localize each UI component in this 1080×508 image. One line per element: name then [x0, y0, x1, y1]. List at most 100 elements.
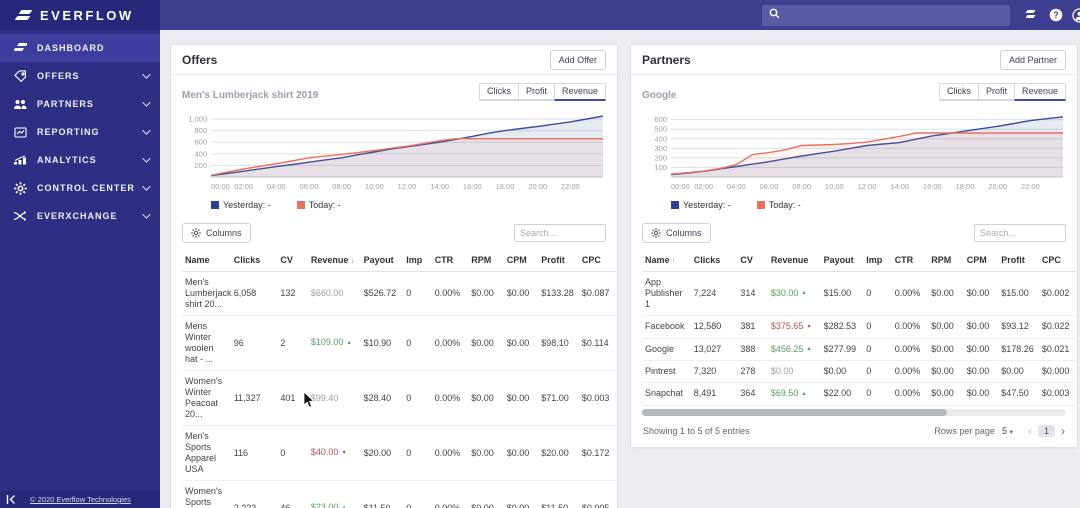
table-row[interactable]: Women's Winter Peacoat 20... 11,327 401 $99…: [182, 370, 616, 426]
column-header-payout[interactable]: Payout: [360, 249, 404, 272]
table-row[interactable]: Pintrest 7,320 278 $0.00 $0.00 0 0.00% $0.00 $0.…: [642, 360, 1076, 383]
stack-icon[interactable]: [1024, 8, 1039, 23]
cell-cpa: $0.00: [1075, 271, 1076, 316]
offers-table-search-input[interactable]: [514, 224, 606, 242]
page-number-button[interactable]: 1: [1037, 424, 1055, 437]
column-header-clicks[interactable]: Clicks: [230, 249, 278, 272]
cell-cv: 0: [277, 425, 308, 481]
cell-revenue: $30.00 ▲: [767, 271, 821, 316]
table-row[interactable]: Mens Winter woolen hat - ... 96 2 $109.00 ▲ $…: [182, 315, 616, 371]
cell-revenue: $69.50 ▲: [767, 382, 821, 406]
svg-text:1,000: 1,000: [188, 115, 207, 124]
column-header-profit[interactable]: Profit: [538, 249, 579, 272]
account-icon[interactable]: [1072, 7, 1080, 23]
sidebar-item-offers[interactable]: OFFERS: [0, 62, 160, 90]
svg-text:16:00: 16:00: [923, 182, 942, 191]
column-header-cpc[interactable]: CPC: [578, 249, 616, 272]
global-search-input[interactable]: [786, 9, 1003, 21]
table-row[interactable]: Men's Sports Apparel USA 116 0 $40.00 ▼ $20.0…: [182, 425, 616, 481]
column-header-cpm[interactable]: CPM: [503, 249, 539, 272]
column-header-name[interactable]: Name: [182, 249, 231, 272]
cell-cpa: $0.00: [615, 315, 616, 371]
cell-payout: $526.72: [360, 271, 404, 316]
column-header-rpm[interactable]: RPM: [468, 249, 504, 272]
tab-revenue[interactable]: Revenue: [553, 83, 606, 101]
legend-today: Today: -: [756, 200, 801, 210]
table-row[interactable]: Facebook 12,580 381 $375.65 ▼ $282.53 0 0.00% $0…: [642, 315, 1076, 339]
column-header-name[interactable]: Name ↑: [642, 249, 691, 272]
cell-payout: $282.53: [820, 315, 864, 339]
cell-revenue: $660.00: [307, 271, 361, 316]
columns-button[interactable]: Columns: [182, 223, 251, 243]
table-row[interactable]: Google 13,027 388 $456.25 ▲ $277.99 0 0.00% $0.0…: [642, 338, 1076, 361]
sidebar-item-partners[interactable]: PARTNERS: [0, 90, 160, 118]
column-header-rpm[interactable]: RPM: [928, 249, 964, 272]
column-header-cpa[interactable]: CPA: [615, 249, 616, 272]
svg-text:00:00: 00:00: [671, 182, 690, 191]
column-header-ctr[interactable]: CTR: [431, 249, 469, 272]
help-icon[interactable]: ?: [1048, 8, 1063, 23]
column-header-revenue[interactable]: Revenue ↓: [307, 249, 361, 272]
copyright-link[interactable]: © 2020 Everflow Technologies: [30, 495, 131, 504]
offers-metric-tabs: Clicks Profit Revenue: [478, 83, 606, 101]
column-header-imp[interactable]: Imp: [403, 249, 432, 272]
rows-per-page-select[interactable]: 5 ▾: [1002, 426, 1013, 436]
chevron-down-icon: [142, 126, 151, 135]
column-header-cv[interactable]: CV: [277, 249, 308, 272]
partners-chart: 100200300400500600 00:00 02:00 04:00 06:00 08…: [654, 115, 1064, 191]
logo-text: EVERFLOW: [40, 7, 134, 23]
cell-profit: $71.00: [538, 370, 579, 426]
column-header-cpm[interactable]: CPM: [963, 249, 999, 272]
column-header-cpa[interactable]: CPA: [1075, 249, 1076, 272]
cell-clicks: 11,327: [230, 370, 278, 426]
tab-profit[interactable]: Profit: [977, 83, 1015, 101]
partners-table-search-input[interactable]: [974, 224, 1066, 242]
cell-profit: $20.00: [538, 425, 579, 481]
add-offer-button[interactable]: Add Offer: [549, 49, 606, 70]
column-header-clicks[interactable]: Clicks: [690, 249, 738, 272]
sidebar-item-analytics[interactable]: ANALYTICS: [0, 146, 160, 174]
next-page-button[interactable]: ›: [1061, 424, 1065, 438]
add-partner-button[interactable]: Add Partner: [999, 49, 1066, 70]
global-search[interactable]: [762, 4, 1010, 26]
cell-name: Men's Sports Apparel USA: [182, 425, 231, 481]
scrollbar-thumb[interactable]: [642, 408, 948, 416]
cell-ctr: 0.00%: [891, 315, 929, 339]
svg-text:02:00: 02:00: [234, 182, 253, 191]
prev-page-button[interactable]: ‹: [1028, 424, 1032, 438]
column-header-profit[interactable]: Profit: [998, 249, 1039, 272]
sidebar-item-control-center[interactable]: CONTROL CENTER: [0, 174, 160, 202]
table-row[interactable]: Snapchat 8,491 364 $69.50 ▲ $22.00 0 0.00% $0.00…: [642, 382, 1076, 406]
tab-clicks[interactable]: Clicks: [938, 83, 979, 101]
logo[interactable]: EVERFLOW: [0, 0, 160, 30]
svg-text:22:00: 22:00: [561, 182, 580, 191]
offers-icon: [13, 69, 27, 83]
svg-text:06:00: 06:00: [300, 182, 319, 191]
svg-text:02:00: 02:00: [694, 182, 713, 191]
cell-rpm: $0.00: [468, 370, 504, 426]
column-header-cpc[interactable]: CPC: [1038, 249, 1076, 272]
sidebar-item-reporting[interactable]: REPORTING: [0, 118, 160, 146]
cell-payout: $10.90: [360, 315, 404, 371]
table-row[interactable]: App Publisher 1 7,224 314 $30.00 ▲ $15.00 0 0.0…: [642, 271, 1076, 316]
tab-profit[interactable]: Profit: [517, 83, 555, 101]
column-header-imp[interactable]: Imp: [863, 249, 892, 272]
table-row[interactable]: Women's Sports Apparel - ...2,22346$23.0…: [182, 480, 616, 508]
gear-icon: [191, 228, 201, 238]
cell-ctr: 0.00%: [431, 425, 469, 481]
column-header-cv[interactable]: CV: [737, 249, 768, 272]
tab-clicks[interactable]: Clicks: [478, 83, 519, 101]
tab-revenue[interactable]: Revenue: [1013, 83, 1066, 101]
columns-button[interactable]: Columns: [642, 223, 711, 243]
cell-rpm: $0.00: [468, 271, 504, 316]
cell-cpa: $0.00: [1075, 360, 1076, 383]
column-header-payout[interactable]: Payout: [820, 249, 864, 272]
sidebar-item-everxchange[interactable]: EVERXCHANGE: [0, 202, 160, 230]
cell-name: Men's Lumberjack shirt 20...: [182, 271, 232, 316]
collapse-sidebar-icon[interactable]: [6, 494, 16, 505]
offers-table: Name Clicks CV Revenue ↓ Payout Imp CTR RPM CPM Pr…: [182, 249, 616, 508]
column-header-revenue[interactable]: Revenue: [767, 249, 821, 272]
table-row[interactable]: Men's Lumberjack shirt 20... 6,058 132 $660…: [182, 271, 616, 316]
column-header-ctr[interactable]: CTR: [891, 249, 929, 272]
sidebar-item-dashboard[interactable]: DASHBOARD: [0, 34, 160, 62]
